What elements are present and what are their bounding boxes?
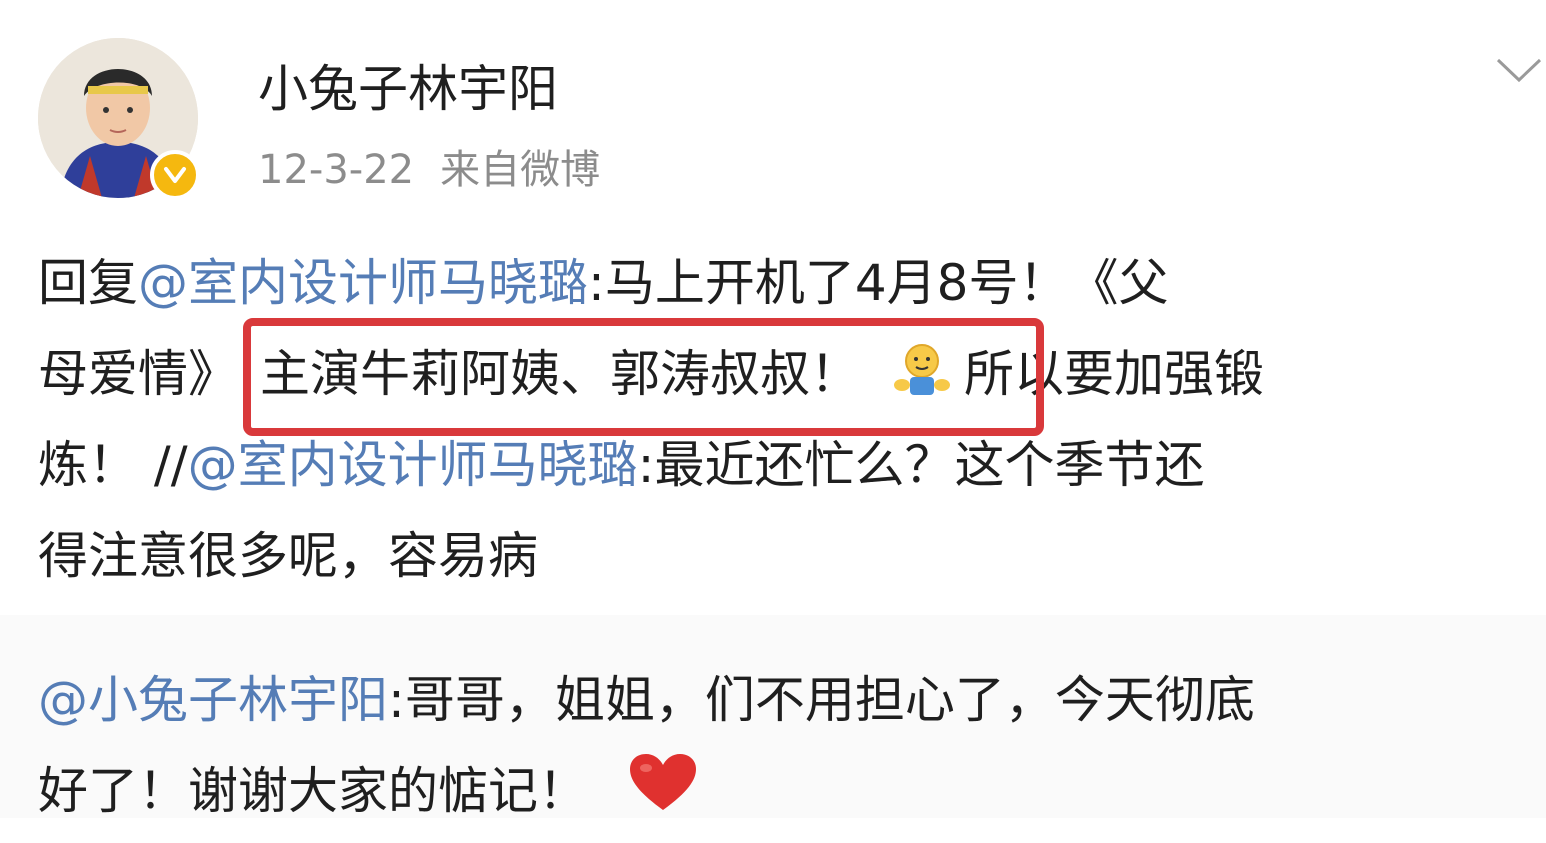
post-text: 回复 — [38, 254, 138, 312]
author-name[interactable]: 小兔子林宇阳 — [258, 56, 558, 122]
post-line: 回复@室内设计师马晓璐:马上开机了4月8号！《父 — [38, 238, 1538, 329]
highlight-box — [243, 318, 1044, 436]
post-meta: 12-3-22 来自微博 — [258, 142, 600, 198]
reply-line: @小兔子林宇阳:哥哥，姐姐，们不用担心了，今天彻底 — [38, 655, 1538, 746]
post-time: 12-3-22 — [258, 147, 415, 193]
post-text: :最近还忙么？这个季节还 — [637, 436, 1205, 494]
reply-line: 好了！谢谢大家的惦记！ — [38, 746, 1538, 837]
post-source: 来自微博 — [440, 147, 601, 193]
chevron-down-icon[interactable] — [1494, 56, 1544, 86]
verified-badge-icon — [150, 150, 200, 200]
post-text: 炼！ // — [38, 436, 188, 494]
mention-link[interactable]: @室内设计师马晓璐 — [188, 436, 638, 494]
post-text: 母爱情》 — [38, 345, 238, 403]
reply-body: @小兔子林宇阳:哥哥，姐姐，们不用担心了，今天彻底 好了！谢谢大家的惦记！ — [38, 655, 1538, 837]
heart-emoji-icon — [628, 752, 698, 843]
post-text: 得注意很多呢，容易病 — [38, 527, 538, 585]
reply-text: 好了！谢谢大家的惦记！ — [38, 762, 588, 820]
post-text: :马上开机了4月8号！《父 — [588, 254, 1169, 312]
reply-text: :哥哥，姐姐，们不用担心了，今天彻底 — [388, 671, 1255, 729]
mention-link[interactable]: @室内设计师马晓璐 — [138, 254, 588, 312]
post-line: 得注意很多呢，容易病 — [38, 511, 1538, 602]
mention-link[interactable]: @小兔子林宇阳 — [38, 671, 388, 729]
